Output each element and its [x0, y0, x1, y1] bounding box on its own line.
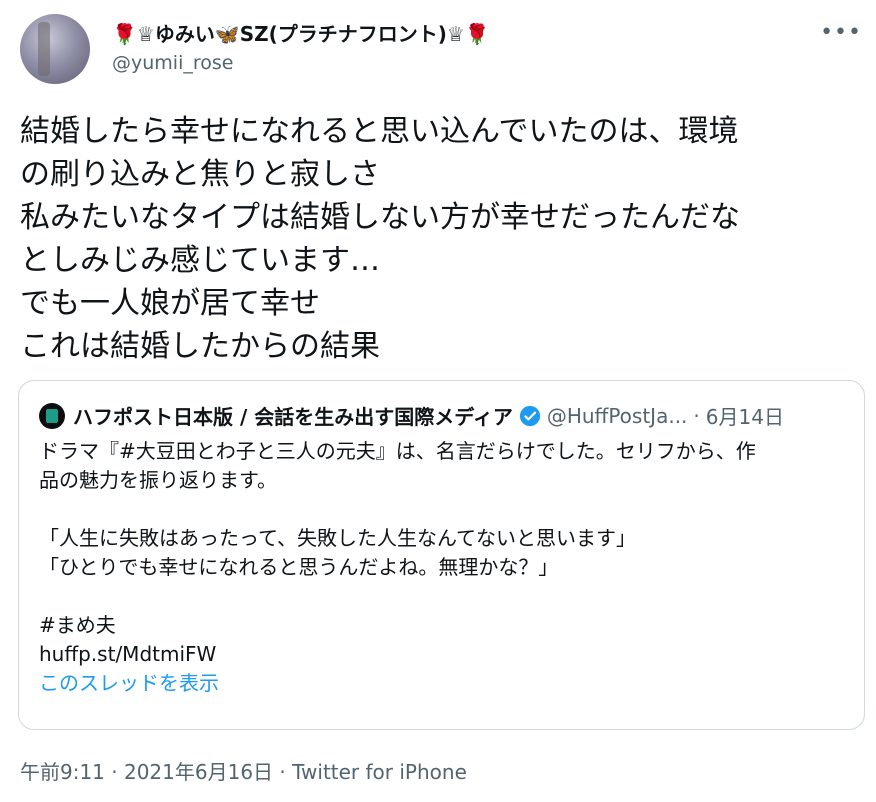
quoted-author-name: ハフポスト日本版 / 会話を生み出す国際メディア [73, 405, 513, 429]
author-name-text: 🌹♕ゆみい🦋SZ(プラチナフロント)♕🌹 [112, 22, 490, 46]
more-icon[interactable]: ••• [820, 20, 862, 45]
quoted-author-handle: @HuffPostJa... [546, 403, 688, 428]
author-handle[interactable]: @yumii_rose [112, 52, 233, 74]
tweet-metadata: 午前9:11 · 2021年6月16日 · Twitter for iPhone [20, 760, 467, 784]
avatar[interactable] [20, 14, 90, 84]
show-thread-link[interactable]: このスレッドを表示 [39, 671, 219, 695]
verified-badge-icon [519, 405, 540, 426]
quoted-date[interactable]: 6月14日 [706, 401, 784, 430]
huffpost-logo-icon [39, 402, 65, 429]
quoted-tweet[interactable]: ハフポスト日本版 / 会話を生み出す国際メディア @HuffPostJa... … [18, 380, 865, 730]
quoted-tweet-body: ドラマ『#大豆田とわ子と三人の元夫』は、名言だらけでした。セリフから、作 品の魅… [39, 437, 849, 698]
quoted-tweet-text: ドラマ『#大豆田とわ子と三人の元夫』は、名言だらけでした。セリフから、作 品の魅… [39, 439, 756, 666]
quoted-tweet-header: ハフポスト日本版 / 会話を生み出す国際メディア @HuffPostJa... … [39, 401, 784, 430]
separator-dot: · [693, 403, 700, 428]
author-display-name[interactable]: 🌹♕ゆみい🦋SZ(プラチナフロント)♕🌹 [112, 18, 490, 47]
tweet-text: 結婚したら幸せになれると思い込んでいたのは、環境 の刷り込みと焦りと寂しさ 私み… [20, 114, 740, 364]
